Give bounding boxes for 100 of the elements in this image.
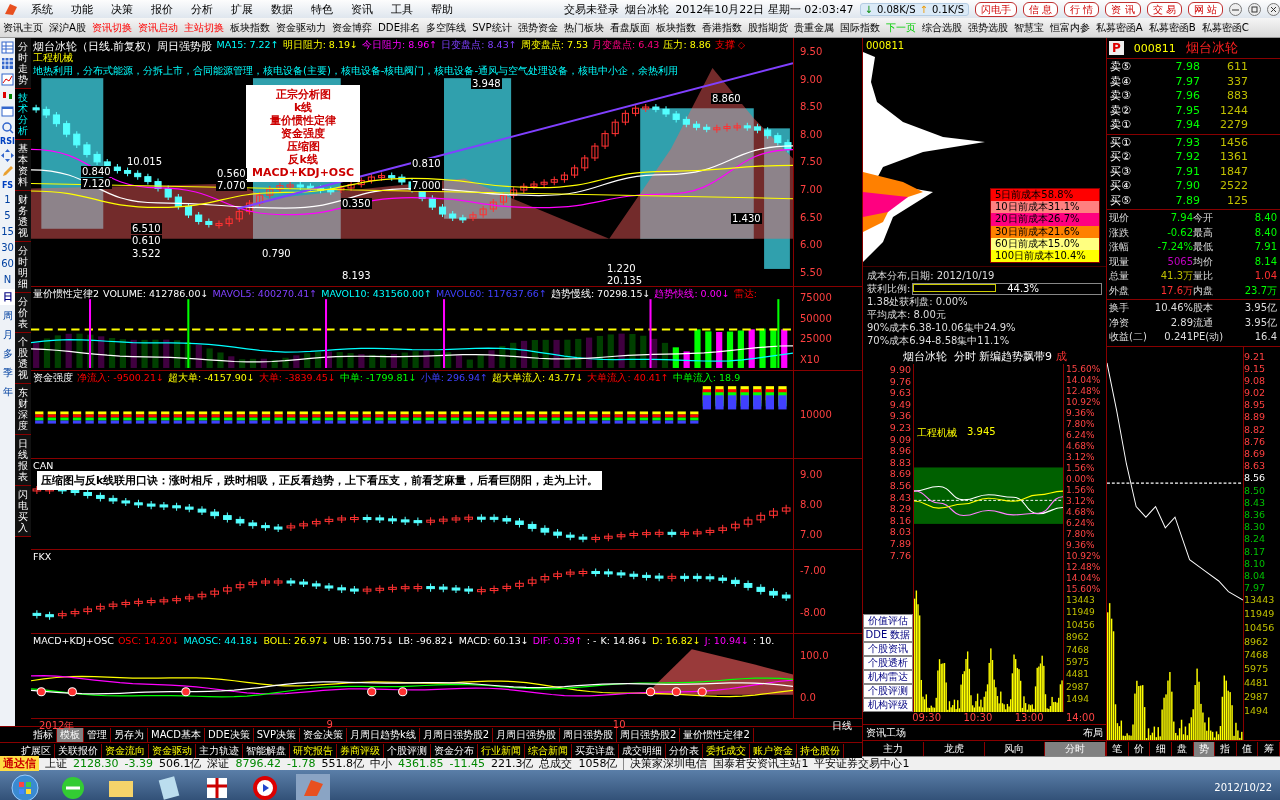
toolbar-button[interactable]: 股指期货	[744, 20, 791, 35]
start-button-icon[interactable]	[8, 773, 42, 800]
template-tab[interactable]: 周日强势股2	[617, 727, 681, 742]
toolbar-button[interactable]: 多空阵线	[423, 20, 470, 35]
header-button[interactable]: 网 站	[1187, 1, 1223, 17]
toolbar-button[interactable]: 深沪A股	[46, 20, 89, 35]
toolbar-button[interactable]: 强势资金	[514, 20, 561, 35]
toolbar-button[interactable]: 资金博弈	[329, 20, 375, 35]
menu-item[interactable]: 工具	[382, 1, 422, 17]
template-tab[interactable]: DDE决策	[205, 727, 254, 742]
move-arrows-icon[interactable]	[1, 149, 14, 162]
template-tab[interactable]: 量价惯性定律2	[680, 727, 754, 742]
grid-icon[interactable]	[1, 57, 14, 70]
toolbar-button[interactable]: 智慧宝	[1010, 20, 1047, 35]
menu-item[interactable]: 特色	[302, 1, 342, 17]
header-button[interactable]: 行 情	[1064, 1, 1100, 17]
menu-item[interactable]: 帮助	[422, 1, 462, 17]
period-button[interactable]: 多	[0, 346, 15, 362]
extension-tab[interactable]: 智能解盘	[243, 743, 290, 758]
candlestick-icon[interactable]	[1, 89, 14, 102]
toolbar-button[interactable]: 综合选股	[918, 20, 965, 35]
toolbar-button[interactable]: 贵重金属	[790, 20, 837, 35]
view-tab[interactable]: 势	[1193, 741, 1216, 756]
header-button[interactable]: 信 息	[1023, 1, 1059, 17]
extension-tab[interactable]: 主力轨迹	[196, 743, 243, 758]
period-button[interactable]: 年	[0, 384, 15, 400]
period-button[interactable]: 15	[0, 225, 15, 238]
toolbar-button[interactable]: 私募密函C	[1198, 20, 1252, 35]
side-tab[interactable]: 闪电买入	[15, 486, 31, 537]
toolbar-button[interactable]: 私募密函A	[1092, 20, 1146, 35]
line-chart-icon[interactable]	[1, 73, 14, 86]
header-button[interactable]: 资 讯	[1105, 1, 1141, 17]
period-button[interactable]: 1	[0, 193, 15, 206]
window-icon[interactable]	[1, 105, 14, 118]
extension-tab[interactable]: 买卖详盘	[572, 743, 619, 758]
tool-label[interactable]: FS	[1, 181, 14, 190]
side-tab[interactable]: 基本资料	[15, 140, 31, 191]
extension-tab[interactable]: 扩展区	[18, 743, 55, 758]
side-button[interactable]: 机构评级	[863, 698, 913, 712]
magnifier-icon[interactable]	[1, 121, 14, 134]
menu-item[interactable]: 报价	[142, 1, 182, 17]
side-tab[interactable]: 东财深度	[15, 384, 31, 435]
menu-item[interactable]: 系统	[22, 1, 62, 17]
menu-item[interactable]: 资讯	[342, 1, 382, 17]
extension-tab[interactable]: 持仓股份	[797, 743, 844, 758]
side-button[interactable]: DDE 数据	[863, 628, 913, 642]
toolbar-button[interactable]: SVP统计	[469, 20, 515, 35]
header-button[interactable]: 交 易	[1146, 1, 1182, 17]
side-tab[interactable]: 分时走势	[15, 38, 31, 89]
minimize-icon[interactable]	[1229, 2, 1242, 16]
extension-tab[interactable]: 委托成交	[703, 743, 750, 758]
extension-tab[interactable]: 研究报告	[290, 743, 337, 758]
restore-icon[interactable]	[1248, 2, 1261, 16]
menu-item[interactable]: 数据	[262, 1, 302, 17]
extension-tab[interactable]: 资金驱动	[149, 743, 196, 758]
toolbar-button[interactable]: 看盘版面	[606, 20, 653, 35]
extension-tab[interactable]: 行业新闻	[478, 743, 525, 758]
period-button[interactable]: 月	[0, 327, 15, 343]
side-button[interactable]: 个股资讯	[863, 642, 913, 656]
period-button[interactable]: 季	[0, 365, 15, 381]
side-tab[interactable]: 分价表	[15, 293, 31, 333]
period-button[interactable]: 周	[0, 308, 15, 324]
menu-item[interactable]: 决策	[102, 1, 142, 17]
period-button[interactable]: 5	[0, 209, 15, 222]
side-tab[interactable]: 财务透视	[15, 191, 31, 242]
extension-tab[interactable]: 券商评级	[337, 743, 384, 758]
table-icon[interactable]	[1, 41, 14, 54]
toolbar-button[interactable]: 国际指数	[836, 20, 883, 35]
view-tab[interactable]: 分时	[1045, 741, 1106, 756]
extension-tab[interactable]: 关联报价	[55, 743, 102, 758]
template-tab[interactable]: 管理	[84, 727, 111, 742]
toolbar-button[interactable]: 热门板块	[560, 20, 607, 35]
toolbar-button[interactable]: 资讯主页	[0, 20, 46, 35]
toolbar-button[interactable]: 资金驱动力	[273, 20, 329, 35]
side-tab[interactable]: 日线报表	[15, 435, 31, 486]
extension-tab[interactable]: 资金流向	[102, 743, 149, 758]
header-button[interactable]: 闪电手	[975, 1, 1018, 17]
extension-tab[interactable]: 成交明细	[619, 743, 666, 758]
tool-label[interactable]: RSI	[0, 137, 15, 146]
side-button[interactable]: 价值评估	[863, 614, 913, 628]
toolbar-button[interactable]: 香港指数	[698, 20, 745, 35]
corner-label[interactable]: 布局	[1080, 725, 1106, 740]
period-button[interactable]: N	[0, 273, 15, 286]
template-tab[interactable]: MACD基本	[148, 727, 205, 742]
toolbar-button[interactable]: 板块指数	[227, 20, 273, 35]
side-tab[interactable]: 分时明细	[15, 242, 31, 293]
toolbar-button[interactable]: DDE排名	[375, 20, 424, 35]
period-button[interactable]: 60	[0, 257, 15, 270]
menu-item[interactable]: 扩展	[222, 1, 262, 17]
toolbar-button[interactable]: 恒富内参	[1046, 20, 1093, 35]
side-button[interactable]: 个股透析	[863, 656, 913, 670]
toolbar-button[interactable]: 强势选股	[964, 20, 1011, 35]
corner-label[interactable]: 资讯工场	[863, 725, 909, 740]
extension-tab[interactable]: 分价表	[666, 743, 703, 758]
period-button[interactable]: 30	[0, 241, 15, 254]
toolbar-button[interactable]: 私募密函B	[1145, 20, 1199, 35]
menu-item[interactable]: 功能	[62, 1, 102, 17]
extension-tab[interactable]: 综合新闻	[525, 743, 572, 758]
side-tab[interactable]: 个股透视	[15, 333, 31, 384]
side-button[interactable]: 机构雷达	[863, 670, 913, 684]
